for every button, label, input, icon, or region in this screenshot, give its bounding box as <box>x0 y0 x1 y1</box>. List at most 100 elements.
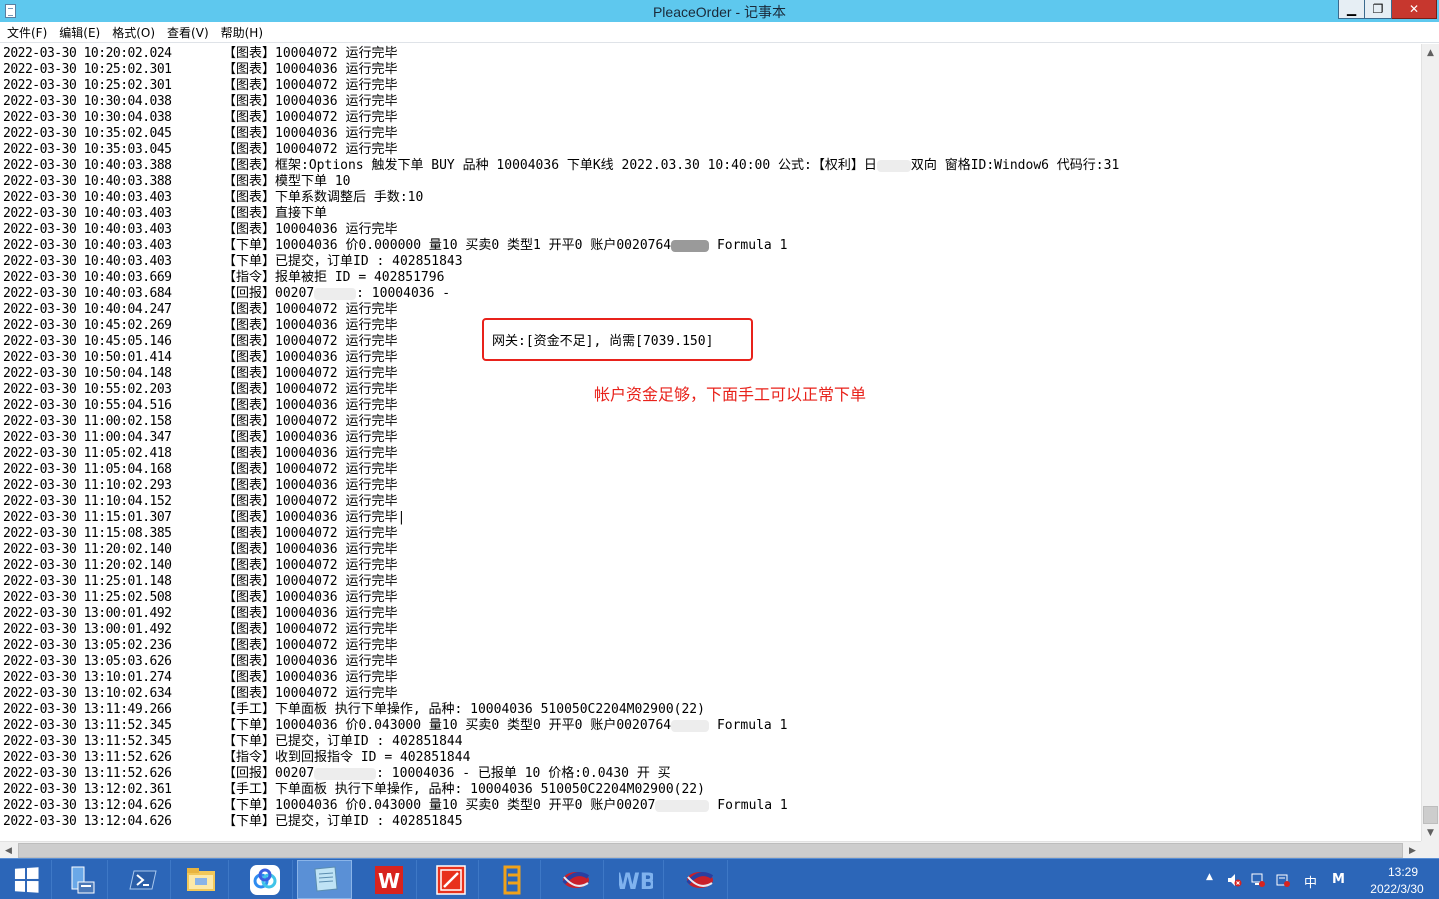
log-message: 10004072 运行完毕 <box>275 526 398 541</box>
ime-mode-indicator[interactable]: M <box>1332 872 1345 887</box>
sound-muted-icon[interactable] <box>1226 872 1242 891</box>
file-explorer-icon[interactable] <box>174 860 229 899</box>
log-line: 2022-03-30 13:11:49.266 【手工】下单面板 执行下单操作, … <box>3 702 1119 718</box>
text-editor-area[interactable]: 2022-03-30 10:20:02.024 【图表】10004072 运行完毕… <box>0 44 1421 841</box>
log-timestamp: 2022-03-30 10:40:03.403 <box>3 190 172 205</box>
log-tag: 【下单】 <box>223 734 276 749</box>
log-message-tail: Formula 1 <box>709 798 788 813</box>
log-message: 已提交，订单ID : 402851845 <box>275 814 463 829</box>
size-grip[interactable] <box>1421 841 1439 858</box>
vertical-scroll-thumb[interactable] <box>1423 806 1438 824</box>
redacted-region <box>671 719 710 732</box>
menu-file[interactable]: 文件(F) <box>1 24 53 41</box>
clock-time[interactable]: 13:29 <box>1378 865 1428 879</box>
log-message: 10004072 运行完毕 <box>275 574 398 589</box>
scroll-up-arrow-icon[interactable]: ▲ <box>1422 44 1439 61</box>
log-tag: 【图表】 <box>223 350 276 365</box>
log-line: 2022-03-30 10:40:03.403 【图表】下单系数调整后 手数:10 <box>3 190 1119 206</box>
log-tag: 【图表】 <box>223 62 276 77</box>
log-tag: 【图表】 <box>223 542 276 557</box>
server-manager-icon[interactable] <box>53 860 108 899</box>
log-message: 直接下单 <box>275 206 328 221</box>
log-line: 2022-03-30 10:40:03.388 【图表】模型下单 10 <box>3 174 1119 190</box>
menu-format[interactable]: 格式(O) <box>106 24 161 41</box>
redacted-region <box>671 239 710 252</box>
notes-app-icon[interactable] <box>486 860 541 899</box>
log-timestamp: 2022-03-30 10:45:05.146 <box>3 334 172 349</box>
pdf-editor-icon[interactable] <box>424 860 479 899</box>
annotation-note: 帐户资金足够，下面手工可以正常下单 <box>594 385 867 404</box>
log-timestamp: 2022-03-30 10:45:02.269 <box>3 318 172 333</box>
log-tag: 【图表】 <box>223 318 276 333</box>
log-tag: 【图表】 <box>223 430 276 445</box>
log-timestamp: 2022-03-30 10:40:03.388 <box>3 158 172 173</box>
trading-terminal-2-icon[interactable] <box>673 860 728 899</box>
log-timestamp: 2022-03-30 11:20:02.140 <box>3 542 172 557</box>
log-timestamp: 2022-03-30 11:15:08.385 <box>3 526 172 541</box>
log-timestamp: 2022-03-30 10:40:03.669 <box>3 270 172 285</box>
log-timestamp: 2022-03-30 10:50:04.148 <box>3 366 172 381</box>
clock-date[interactable]: 2022/3/30 <box>1362 882 1432 896</box>
horizontal-scroll-thumb[interactable] <box>18 843 1403 858</box>
log-line: 2022-03-30 11:20:02.140 【图表】10004072 运行完毕 <box>3 558 1119 574</box>
log-line: 2022-03-30 10:30:04.038 【图表】10004072 运行完毕 <box>3 110 1119 126</box>
minimize-button[interactable]: ▁ <box>1338 0 1365 19</box>
notepad-icon[interactable] <box>297 860 352 899</box>
log-timestamp: 2022-03-30 13:10:02.634 <box>3 686 172 701</box>
log-tag: 【手工】 <box>223 702 276 717</box>
ime-language-indicator[interactable]: 中 <box>1304 872 1317 891</box>
log-message: 10004036 运行完毕| <box>275 510 406 525</box>
log-line: 2022-03-30 11:10:04.152 【图表】10004072 运行完毕 <box>3 494 1119 510</box>
baidu-netdisk-icon[interactable] <box>238 860 293 899</box>
title-bar[interactable]: PleaceOrder - 记事本 ▁ ❐ ✕ <box>0 0 1439 22</box>
network-icon[interactable] <box>1250 872 1266 891</box>
log-timestamp: 2022-03-30 10:55:04.516 <box>3 398 172 413</box>
log-tag: 【图表】 <box>223 462 276 477</box>
log-line: 2022-03-30 10:40:03.403 【下单】已提交，订单ID : 40… <box>3 254 1119 270</box>
log-timestamp: 2022-03-30 11:10:02.293 <box>3 478 172 493</box>
annotation-callout-box: 网关:[资金不足], 尚需[7039.150] <box>482 318 753 361</box>
log-timestamp: 2022-03-30 10:40:03.403 <box>3 238 172 253</box>
log-tag: 【图表】 <box>223 190 276 205</box>
log-timestamp: 2022-03-30 10:40:03.388 <box>3 174 172 189</box>
log-tag: 【图表】 <box>223 670 276 685</box>
log-line: 2022-03-30 10:25:02.301 【图表】10004036 运行完毕 <box>3 62 1119 78</box>
log-line: 2022-03-30 13:10:02.634 【图表】10004072 运行完毕 <box>3 686 1119 702</box>
menu-view[interactable]: 查看(V) <box>161 24 215 41</box>
maximize-button[interactable]: ❐ <box>1365 0 1392 19</box>
log-tag: 【图表】 <box>223 606 276 621</box>
log-line: 2022-03-30 10:55:04.516 【图表】10004036 运行完毕 <box>3 398 1119 414</box>
tray-overflow-arrow-icon[interactable]: ▲ <box>1206 872 1213 882</box>
log-message: 收到回报指令 ID = 402851844 <box>275 750 471 765</box>
start-button[interactable] <box>0 860 52 899</box>
horizontal-scrollbar[interactable]: ◀ ▶ <box>0 841 1421 858</box>
vertical-scrollbar[interactable]: ▲ ▼ <box>1421 44 1439 841</box>
security-alert-icon[interactable] <box>1275 872 1291 891</box>
log-timestamp: 2022-03-30 13:12:02.361 <box>3 782 172 797</box>
log-tag: 【图表】 <box>223 398 276 413</box>
scroll-down-arrow-icon[interactable]: ▼ <box>1422 824 1439 841</box>
log-tag: 【图表】 <box>223 638 276 653</box>
close-button[interactable]: ✕ <box>1392 0 1437 19</box>
log-line: 2022-03-30 10:20:02.024 【图表】10004072 运行完毕 <box>3 46 1119 62</box>
svg-text:W: W <box>378 869 400 893</box>
menu-help[interactable]: 帮助(H) <box>215 24 269 41</box>
log-tag: 【图表】 <box>223 366 276 381</box>
log-timestamp: 2022-03-30 13:11:52.626 <box>3 750 172 765</box>
log-line: 2022-03-30 13:11:52.345 【下单】10004036 价0.0… <box>3 718 1119 734</box>
log-line: 2022-03-30 10:25:02.301 【图表】10004072 运行完毕 <box>3 78 1119 94</box>
windows-logo-icon <box>14 866 39 893</box>
log-timestamp: 2022-03-30 10:55:02.203 <box>3 382 172 397</box>
log-line: 2022-03-30 13:00:01.492 【图表】10004072 运行完毕 <box>3 622 1119 638</box>
wps-writer-icon[interactable]: W <box>362 860 417 899</box>
wb-app-icon[interactable]: WB <box>609 860 664 899</box>
log-line: 2022-03-30 13:12:04.626 【下单】10004036 价0.0… <box>3 798 1119 814</box>
log-message: 10004036 运行完毕 <box>275 542 398 557</box>
scroll-left-arrow-icon[interactable]: ◀ <box>0 842 17 859</box>
powershell-icon[interactable] <box>116 860 171 899</box>
trading-terminal-icon[interactable] <box>549 860 604 899</box>
log-line: 2022-03-30 13:11:52.626 【指令】收到回报指令 ID = 4… <box>3 750 1119 766</box>
log-message: 10004036 运行完毕 <box>275 94 398 109</box>
scroll-right-arrow-icon[interactable]: ▶ <box>1404 842 1421 859</box>
menu-edit[interactable]: 编辑(E) <box>53 24 106 41</box>
